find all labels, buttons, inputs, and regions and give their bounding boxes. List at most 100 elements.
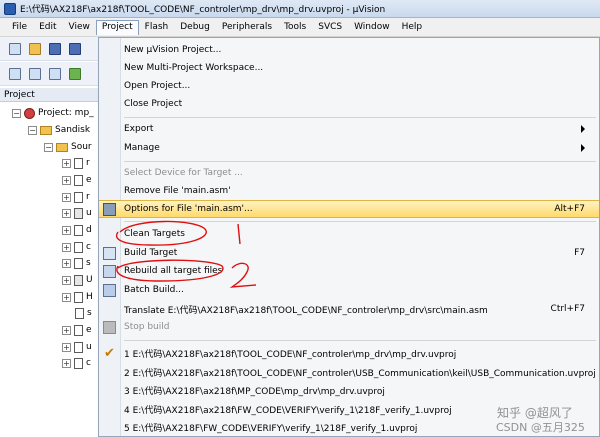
save-all-button[interactable] [66, 40, 83, 57]
batch-build-icon [103, 283, 116, 297]
tree-file[interactable]: + c [62, 239, 91, 255]
collapse-icon[interactable]: − [44, 142, 53, 152]
menu-open-project[interactable]: Open Project... [99, 77, 599, 95]
menu-window[interactable]: Window [348, 20, 396, 34]
tree-project[interactable]: − Project: mp_ [12, 105, 94, 121]
menu-separator [124, 221, 596, 222]
rebuild-button[interactable] [46, 65, 63, 82]
collapse-icon[interactable]: − [28, 125, 37, 135]
menu-label: Select Device for Target ... [124, 168, 243, 178]
expand-icon[interactable]: + [62, 192, 71, 202]
menu-export[interactable]: Export [99, 120, 599, 138]
menu-label: Close Project [124, 99, 183, 109]
tree-file[interactable]: + U [62, 272, 93, 288]
expand-icon[interactable]: + [62, 292, 71, 302]
tree-file-label: e [86, 325, 92, 335]
menu-tools[interactable]: Tools [278, 20, 312, 34]
menu-batch-build[interactable]: Batch Build... [99, 281, 599, 299]
uvision-app-icon [4, 2, 16, 15]
expand-icon[interactable]: + [62, 242, 71, 252]
menu-clean-targets[interactable]: Clean Targets [99, 225, 599, 243]
save-button[interactable] [46, 40, 63, 57]
menu-debug[interactable]: Debug [174, 20, 216, 34]
menu-svcs[interactable]: SVCS [312, 20, 348, 34]
tree-file-label: e [86, 175, 92, 185]
menu-label: Options for File 'main.asm'... [124, 204, 253, 214]
file-icon [74, 191, 83, 203]
title-bar: E:\代码\AX218F\ax218f\TOOL_CODE\NF_control… [0, 0, 600, 18]
menu-peripherals[interactable]: Peripherals [216, 20, 278, 34]
tree-file[interactable]: + H [62, 289, 93, 305]
menu-new-project[interactable]: New µVision Project... [99, 41, 599, 59]
rebuild-all-icon [103, 264, 116, 278]
translate-button[interactable] [6, 65, 23, 82]
menu-close-project[interactable]: Close Project [99, 95, 599, 113]
tree-file-label: u [86, 208, 92, 218]
tree-file-label: u [86, 342, 92, 352]
menu-recent-project-2[interactable]: 2 E:\代码\AX218F\ax218f\TOOL_CODE\NF_contr… [99, 363, 599, 381]
menu-bar: File Edit View Project Flash Debug Perip… [0, 18, 600, 37]
menu-translate[interactable]: Translate E:\代码\AX218F\ax218f\TOOL_CODE\… [99, 300, 599, 318]
annotation-number-two: 2 [230, 265, 231, 266]
expand-icon[interactable]: + [62, 358, 71, 368]
menu-label: Export [124, 124, 154, 134]
menu-label: New Multi-Project Workspace... [124, 63, 264, 73]
tree-file[interactable]: + r [62, 189, 90, 205]
build-button[interactable] [26, 65, 43, 82]
tree-file[interactable]: + u [62, 339, 92, 355]
menu-edit[interactable]: Edit [33, 20, 62, 34]
expand-icon[interactable]: + [62, 342, 71, 352]
expand-icon[interactable]: + [62, 258, 71, 268]
menu-flash[interactable]: Flash [139, 20, 175, 34]
tree-target[interactable]: − Sandisk [28, 122, 90, 138]
menu-recent-project-3[interactable]: 3 E:\代码\AX218F\ax218f\MP_CODE\mp_drv\mp_… [99, 381, 599, 399]
menu-view[interactable]: View [63, 20, 96, 34]
collapse-icon[interactable]: − [12, 108, 21, 118]
download-icon [68, 67, 81, 80]
expand-icon[interactable]: + [62, 225, 71, 235]
menu-label: Batch Build... [124, 285, 184, 295]
expand-icon[interactable]: + [62, 158, 71, 168]
tree-file-label: r [86, 192, 90, 202]
tree-file[interactable]: + s [62, 255, 91, 271]
menu-help[interactable]: Help [396, 20, 429, 34]
menu-label: Open Project... [124, 81, 191, 91]
tree-file[interactable]: + c [62, 355, 91, 371]
tree-file[interactable]: s [75, 305, 92, 321]
menu-rebuild-all[interactable]: Rebuild all target files [99, 262, 599, 280]
tree-file-label: r [86, 158, 90, 168]
menu-project[interactable]: Project [95, 19, 139, 35]
expand-icon[interactable]: + [62, 175, 71, 185]
file-icon [74, 274, 83, 286]
menu-label: 4 E:\代码\AX218F\ax218f\FW_CODE\VERIFY\ver… [124, 405, 452, 416]
menu-label: 1 E:\代码\AX218F\ax218f\TOOL_CODE\NF_contr… [124, 349, 457, 360]
menu-manage[interactable]: Manage [99, 139, 599, 157]
menu-remove-file[interactable]: Remove File 'main.asm' [99, 182, 599, 200]
tree-file-label: d [86, 225, 92, 235]
menu-new-multi-project[interactable]: New Multi-Project Workspace... [99, 59, 599, 77]
open-file-button[interactable] [26, 40, 43, 57]
expand-icon[interactable]: + [62, 275, 71, 285]
tree-file[interactable]: + d [62, 222, 92, 238]
options-wand-icon [103, 202, 116, 216]
file-icon [74, 291, 83, 303]
expand-icon[interactable]: + [62, 325, 71, 335]
tree-file[interactable]: + e [62, 172, 92, 188]
menu-build-target[interactable]: Build Target F7 [99, 244, 599, 262]
rebuild-icon [48, 67, 61, 80]
tree-file[interactable]: + r [62, 155, 90, 171]
menu-options-for-file[interactable]: Options for File 'main.asm'... Alt+F7 [99, 200, 599, 218]
download-button[interactable] [66, 65, 83, 82]
save-all-icon [68, 42, 81, 55]
target-folder-icon [40, 125, 52, 135]
new-file-button[interactable] [6, 40, 23, 57]
tree-group-label: Sour [71, 142, 92, 152]
project-icon [24, 107, 35, 119]
tree-group[interactable]: − Sour [44, 139, 92, 155]
tree-file[interactable]: + e [62, 322, 92, 338]
tree-target-label: Sandisk [55, 125, 91, 135]
tree-file[interactable]: + u [62, 205, 92, 221]
expand-icon[interactable]: + [62, 208, 71, 218]
menu-recent-project-1[interactable]: ✔ 1 E:\代码\AX218F\ax218f\TOOL_CODE\NF_con… [99, 344, 599, 362]
menu-file[interactable]: File [6, 20, 33, 34]
